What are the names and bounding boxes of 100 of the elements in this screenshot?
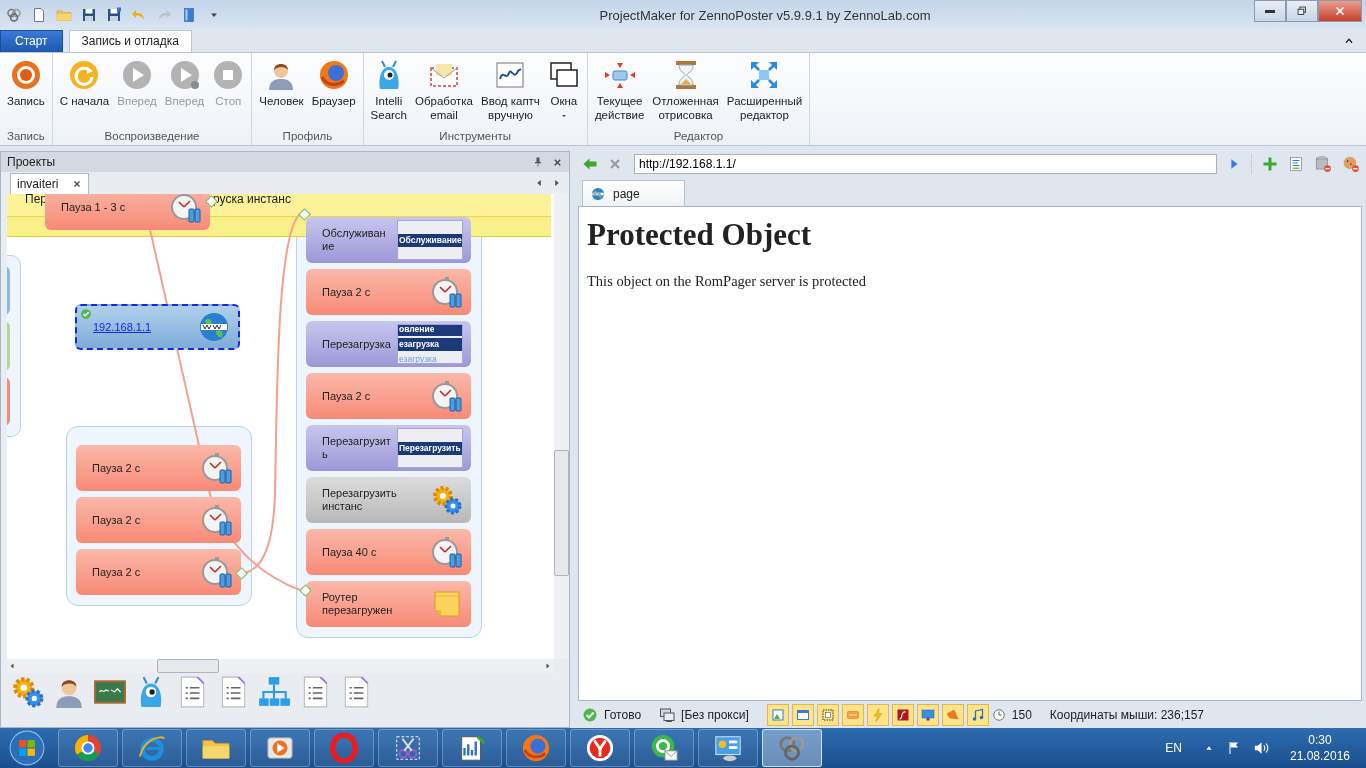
action-block[interactable]: Пауза 1 - 3 с (45, 194, 210, 230)
action-block[interactable]: Роутер перезагружен (306, 581, 471, 627)
scroll-thumb[interactable] (554, 450, 569, 576)
toggle-button[interactable] (841, 703, 864, 726)
taskbar-button[interactable] (186, 729, 246, 767)
record-icon (9, 59, 42, 91)
action-block[interactable]: Обслуживан ие Обслуживание (306, 217, 471, 263)
back-arrow-icon[interactable] (582, 156, 598, 172)
ribbon-button[interactable]: Обработка email (411, 53, 477, 130)
ribbon-button[interactable]: Intelli Search (366, 53, 411, 130)
ribbon-button[interactable]: Окна (543, 53, 584, 130)
clear-cache-icon[interactable] (1314, 155, 1332, 173)
action-block[interactable]: Пауза 2 с (76, 445, 241, 491)
taskbar-button[interactable] (58, 729, 118, 767)
sticky-note-icon (431, 588, 463, 620)
clock-time[interactable]: 0:30 (1308, 732, 1332, 748)
toggle-button[interactable] (941, 703, 964, 726)
network-icon[interactable] (257, 675, 291, 709)
ribbon-tab[interactable]: Запись и отладка (68, 30, 192, 52)
ribbon-button[interactable]: Расширенный редактор (722, 53, 807, 130)
action-block[interactable]: Пауза 2 с (76, 549, 241, 595)
url-link[interactable]: 192.168.1.1 (93, 321, 198, 333)
taskbar-button[interactable] (378, 729, 438, 767)
proxy-status[interactable]: [Без прокси] (681, 707, 749, 722)
stopwatch-icon (431, 276, 463, 308)
project-tab[interactable]: invaiteri (10, 173, 90, 194)
browser-tab[interactable]: page (582, 180, 685, 206)
minimize-button[interactable] (1254, 0, 1286, 22)
globe-icon (591, 186, 605, 201)
action-block[interactable]: Перезагрузка овление езагрузка езагрузка (306, 321, 471, 367)
page-source-icon[interactable] (1288, 156, 1304, 172)
snapshot-text: овление (398, 325, 462, 336)
toggle-button[interactable] (766, 703, 789, 726)
stopwatch-icon (201, 556, 233, 588)
speaker-icon[interactable] (1252, 739, 1270, 757)
taskbar-button[interactable] (634, 729, 694, 767)
snapshot-text: езагрузка (398, 337, 462, 351)
minimize-icon (1265, 9, 1275, 13)
action-block[interactable]: Пауза 40 с (306, 529, 471, 575)
toggle-button[interactable] (816, 703, 839, 726)
add-icon[interactable] (1262, 156, 1278, 172)
browser-icon (521, 733, 551, 763)
save-icon[interactable] (81, 7, 97, 23)
close-icon[interactable] (72, 179, 83, 189)
new-file-icon[interactable] (31, 7, 47, 23)
start-icon[interactable] (9, 730, 45, 766)
gears-icon[interactable] (11, 675, 45, 709)
toggle-button[interactable] (916, 703, 939, 726)
monitor-icon (919, 706, 936, 723)
app-menu-button[interactable]: Старт (0, 30, 63, 52)
stopwatch-icon (201, 452, 233, 484)
ribbon-button[interactable]: С начала (55, 53, 114, 130)
scroll-thumb[interactable] (157, 659, 219, 673)
taskbar-button[interactable] (570, 729, 630, 767)
ribbon-button[interactable]: Запись (3, 53, 49, 130)
restart-icon (68, 59, 101, 91)
ribbon-button[interactable]: Текущее действие (590, 53, 649, 130)
action-block[interactable]: Пауза 2 с (306, 269, 471, 315)
book-icon[interactable] (181, 7, 197, 23)
ribbon-button[interactable]: Человек (255, 53, 308, 130)
stop-loading-icon[interactable] (608, 157, 622, 171)
action-block[interactable]: Пауза 2 с (76, 497, 241, 543)
stop-icon (212, 59, 245, 91)
page-heading: Protected Object (587, 217, 813, 253)
ribbon-button[interactable]: Ввод каптч вручную (477, 53, 544, 130)
taskbar-button[interactable] (122, 729, 182, 767)
taskbar-button[interactable] (698, 729, 758, 767)
language-indicator[interactable]: EN (1165, 741, 1182, 755)
canvas[interactable] (7, 194, 554, 659)
vertical-scrollbar[interactable] (554, 194, 569, 659)
image-icon (769, 706, 786, 723)
play-icon (121, 59, 153, 91)
clear-cookies-icon[interactable] (1342, 155, 1360, 173)
address-field[interactable]: http://192.168.1.1/ (634, 154, 1217, 174)
save-all-icon[interactable] (106, 7, 122, 23)
clock-icon (991, 707, 1006, 722)
ribbon-button[interactable]: Браузер (307, 53, 360, 130)
group-title: Редактор (672, 130, 725, 144)
frame-icon (819, 706, 836, 723)
horizontal-scrollbar[interactable] (7, 659, 553, 673)
toggle-button[interactable] (791, 703, 814, 726)
taskbar-button[interactable] (762, 729, 822, 767)
close-button[interactable] (1318, 0, 1362, 22)
action-block[interactable]: 192.168.1.1 (75, 304, 240, 350)
check-icon (80, 308, 92, 320)
toggle-button[interactable] (866, 703, 889, 726)
window-title: ProjectMaker for ZennoPoster v5.9.9.1 by ZennoLab.com (598, 7, 932, 23)
restore-button[interactable] (1286, 0, 1318, 22)
browser-icon (73, 733, 103, 763)
toggle-button[interactable] (891, 703, 914, 726)
knot-icon (777, 733, 807, 763)
clock-date[interactable]: 21.08.2016 (1289, 748, 1351, 764)
globe-icon (198, 311, 230, 343)
toggle-button[interactable] (966, 703, 989, 726)
ribbon-button[interactable]: Отложенная отрисовка (648, 53, 723, 130)
group-title: Воспроизведение (103, 130, 201, 144)
taskbar-button[interactable] (442, 729, 502, 767)
action-block[interactable]: Пауза 2 с (306, 373, 471, 419)
action-block[interactable]: Перезагрузить инстанс (306, 477, 471, 523)
taskbar-button[interactable] (250, 729, 310, 767)
